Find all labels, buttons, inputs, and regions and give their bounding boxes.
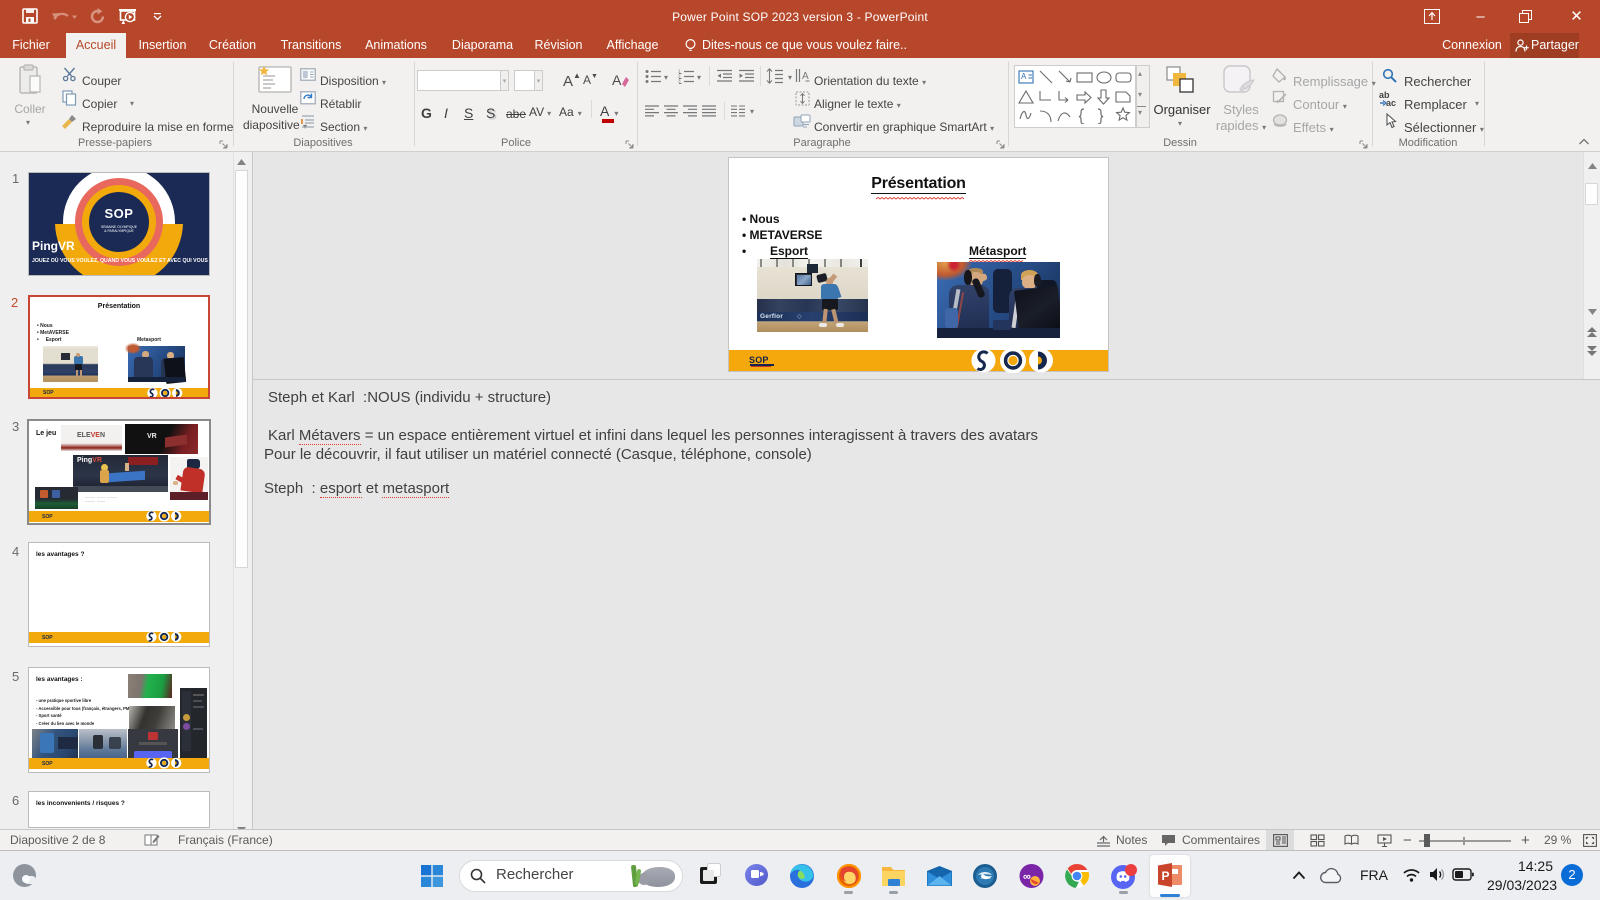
svg-text:A: A xyxy=(612,72,622,88)
svg-text:P: P xyxy=(1162,869,1170,883)
svg-text:A: A xyxy=(802,71,809,82)
svg-text:3: 3 xyxy=(678,79,681,84)
svg-text:A: A xyxy=(1021,72,1027,81)
svg-text:ac: ac xyxy=(1386,98,1396,107)
svg-text:∞: ∞ xyxy=(1023,871,1031,883)
